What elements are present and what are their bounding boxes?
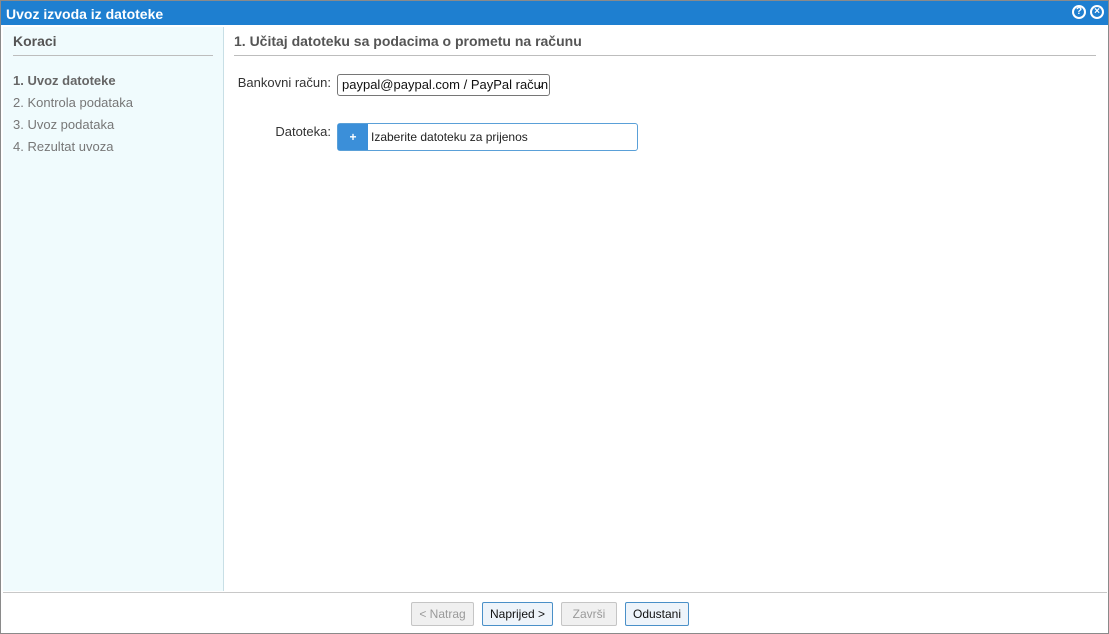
import-dialog: Uvoz izvoda iz datoteke ? × Koraci 1. Uv…	[0, 0, 1109, 634]
chevron-down-icon: ⌄	[535, 79, 545, 91]
step-item-check: 2. Kontrola podataka	[13, 95, 133, 110]
dialog-footer: < Natrag Naprijed > Završi Odustani	[3, 592, 1107, 633]
bank-account-select[interactable]: paypal@paypal.com / PayPal račun ⌄	[337, 74, 550, 96]
add-file-icon[interactable]: +	[338, 124, 368, 150]
bank-account-label: Bankovni račun:	[237, 75, 331, 90]
file-label: Datoteka:	[275, 124, 331, 139]
steps-list: 1. Uvoz datoteke 2. Kontrola podataka 3.…	[13, 70, 133, 158]
sidebar-title: Koraci	[13, 33, 213, 56]
cancel-button[interactable]: Odustani	[625, 602, 689, 626]
file-upload-field[interactable]: + Izaberite datoteku za prijenos	[337, 123, 638, 151]
title-icons: ? ×	[1072, 5, 1104, 19]
close-icon[interactable]: ×	[1090, 5, 1104, 19]
main-panel: 1. Učitaj datoteku sa podacima o prometu…	[225, 27, 1105, 591]
step-item-import: 3. Uvoz podataka	[13, 117, 115, 132]
help-icon[interactable]: ?	[1072, 5, 1086, 19]
page-title: 1. Učitaj datoteku sa podacima o prometu…	[234, 33, 1096, 56]
back-button[interactable]: < Natrag	[411, 602, 474, 626]
steps-sidebar: Koraci 1. Uvoz datoteke 2. Kontrola poda…	[3, 27, 224, 591]
file-placeholder: Izaberite datoteku za prijenos	[371, 130, 528, 144]
dialog-title: Uvoz izvoda iz datoteke	[6, 6, 164, 22]
next-button[interactable]: Naprijed >	[482, 602, 553, 626]
finish-button[interactable]: Završi	[561, 602, 617, 626]
bank-account-value: paypal@paypal.com / PayPal račun	[342, 77, 549, 92]
step-item-upload: 1. Uvoz datoteke	[13, 73, 116, 88]
dialog-titlebar: Uvoz izvoda iz datoteke ? ×	[1, 1, 1108, 25]
step-item-result: 4. Rezultat uvoza	[13, 139, 114, 154]
